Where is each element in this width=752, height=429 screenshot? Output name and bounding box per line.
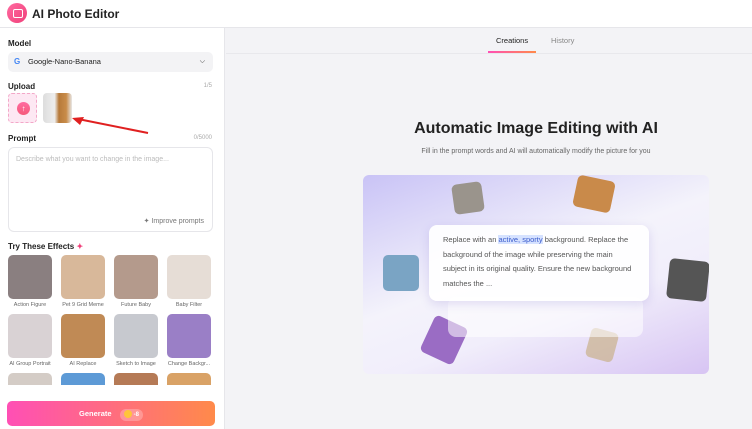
effect-label: AI Group Portrait xyxy=(9,361,51,367)
effect-tile[interactable]: AI Group Portrait xyxy=(8,314,52,367)
prompt-textarea[interactable]: Describe what you want to change in the … xyxy=(8,147,213,232)
chevron-down-icon: ⌵ xyxy=(199,58,205,65)
page-title: Automatic Image Editing with AI xyxy=(414,120,658,137)
effect-thumbnail xyxy=(8,255,52,299)
effect-tile[interactable]: Baby Filter xyxy=(167,255,211,308)
credit-cost-badge: -8 xyxy=(119,409,143,421)
prompt-placeholder: Describe what you want to change in the … xyxy=(16,156,169,163)
effect-tile[interactable]: Sketch to Image xyxy=(114,314,158,367)
effect-thumbnail xyxy=(61,373,105,385)
tab-creations[interactable]: Creations xyxy=(496,36,528,45)
sample-image xyxy=(666,258,709,302)
prompt-card-shadow xyxy=(448,297,643,337)
effect-tile[interactable] xyxy=(61,373,105,385)
sparkle-icon: ✦ xyxy=(76,242,84,251)
google-icon: G xyxy=(14,57,21,66)
effect-thumbnail xyxy=(114,314,158,358)
effect-tile[interactable] xyxy=(167,373,211,385)
model-select[interactable]: G Google-Nano-Banana ⌵ xyxy=(8,52,213,72)
model-value: Google-Nano-Banana xyxy=(28,57,101,66)
effect-label: AI Replace xyxy=(69,361,97,367)
app-header: AI Photo Editor xyxy=(0,0,752,28)
effect-tile[interactable] xyxy=(8,373,52,385)
prompt-count: 0/5000 xyxy=(193,135,212,141)
prompt-label: Prompt xyxy=(8,134,36,143)
effect-label: Action Figure xyxy=(13,302,47,308)
effect-tile[interactable]: Action Figure xyxy=(8,255,52,308)
tab-history[interactable]: History xyxy=(551,36,574,45)
demo-illustration: Replace with an active, sporty backgroun… xyxy=(363,175,709,374)
effect-thumbnail xyxy=(8,373,52,385)
effect-tile[interactable] xyxy=(114,373,158,385)
effects-title: Try These Effects ✦ xyxy=(8,242,84,251)
effect-tile[interactable]: Change Backgr... xyxy=(167,314,211,367)
upload-label: Upload xyxy=(8,82,36,91)
generate-label: Generate xyxy=(79,409,112,418)
sample-image xyxy=(383,255,419,291)
red-arrow-annotation xyxy=(72,117,149,134)
effect-tile[interactable]: Pet 9 Grid Meme xyxy=(61,255,105,308)
effect-thumbnail xyxy=(167,314,211,358)
upload-button[interactable]: ↑ xyxy=(8,93,37,123)
effect-thumbnail xyxy=(61,255,105,299)
effect-label: Sketch to Image xyxy=(116,361,156,367)
coin-icon xyxy=(123,410,132,419)
effect-label: Pet 9 Grid Meme xyxy=(62,302,104,308)
improve-prompts-label: Improve prompts xyxy=(151,218,204,225)
upload-icon: ↑ xyxy=(17,102,30,115)
demo-prompt-card: Replace with an active, sporty backgroun… xyxy=(429,225,649,301)
sample-image xyxy=(572,175,616,214)
effect-thumbnail xyxy=(61,314,105,358)
effect-label: Change Backgr... xyxy=(167,361,211,367)
effect-thumbnail xyxy=(114,255,158,299)
uploaded-image-thumbnail[interactable] xyxy=(43,93,72,123)
effect-thumbnail xyxy=(114,373,158,385)
effects-grid: Action Figure Pet 9 Grid Meme Future Baby B… xyxy=(8,255,218,385)
improve-prompts-button[interactable]: ✦ Improve prompts xyxy=(144,217,204,225)
effect-thumbnail xyxy=(167,255,211,299)
credit-cost: -8 xyxy=(133,412,139,418)
sample-image xyxy=(451,181,485,215)
effect-label: Baby Filter xyxy=(175,302,203,308)
effect-label: Future Baby xyxy=(121,302,151,308)
app-logo-icon xyxy=(7,3,27,23)
effect-tile[interactable]: AI Replace xyxy=(61,314,105,367)
active-tab-underline xyxy=(488,51,536,53)
effect-thumbnail xyxy=(167,373,211,385)
app-title: AI Photo Editor xyxy=(32,7,120,21)
generate-button[interactable]: Generate -8 xyxy=(7,401,215,426)
upload-count: 1/5 xyxy=(203,83,212,89)
model-label: Model xyxy=(8,39,32,48)
page-subtitle: Fill in the prompt words and AI will aut… xyxy=(421,148,651,155)
effect-thumbnail xyxy=(8,314,52,358)
effect-tile[interactable]: Future Baby xyxy=(114,255,158,308)
sidebar: Model G Google-Nano-Banana ⌵ Upload 1/5 … xyxy=(0,28,225,429)
